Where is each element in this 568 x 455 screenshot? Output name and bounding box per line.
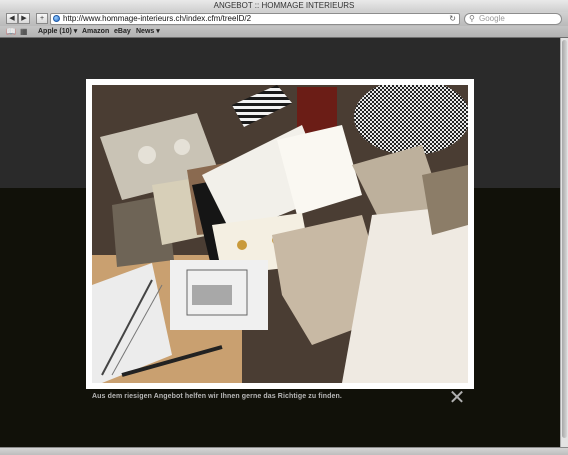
back-arrow-icon: ◀	[9, 15, 15, 22]
grid-icon[interactable]: ▦	[20, 27, 28, 36]
search-icon: ⚲	[469, 14, 475, 23]
browser-toolbar: ◀ ▶ + http://www.hommage-interieurs.ch/i…	[0, 12, 568, 26]
forward-arrow-icon: ▶	[21, 15, 27, 22]
window-title: ANGEBOT :: HOMMAGE INTERIEURS	[0, 0, 568, 12]
reload-icon[interactable]: ↻	[449, 14, 456, 24]
address-bar[interactable]: http://www.hommage-interieurs.ch/index.c…	[50, 13, 460, 25]
add-bookmark-button[interactable]: +	[36, 13, 48, 24]
lightbox-caption: Aus dem riesigen Angebot helfen wir Ihne…	[92, 393, 342, 400]
globe-icon	[53, 15, 60, 22]
close-button[interactable]: ✕	[448, 387, 466, 409]
forward-button[interactable]: ▶	[18, 13, 30, 24]
vertical-scrollbar[interactable]	[560, 38, 568, 447]
bookmark-amazon[interactable]: Amazon	[82, 26, 109, 37]
search-field[interactable]: ⚲ Google	[464, 13, 562, 25]
plus-icon: +	[39, 15, 45, 22]
bookmarks-bar: 📖 ▦ Apple (10) ▾ Amazon eBay News ▾	[0, 26, 568, 38]
url-text: http://www.hommage-interieurs.ch/index.c…	[63, 14, 252, 23]
scrollbar-thumb[interactable]	[562, 40, 567, 438]
search-placeholder: Google	[479, 14, 505, 23]
lightbox-frame	[86, 79, 474, 389]
back-button[interactable]: ◀	[6, 13, 18, 24]
close-icon: ✕	[448, 387, 466, 409]
lightbox-photo	[92, 85, 468, 383]
bookmark-news[interactable]: News ▾	[136, 26, 160, 37]
bookmark-ebay[interactable]: eBay	[114, 26, 131, 37]
bookmark-apple[interactable]: Apple (10) ▾	[38, 26, 77, 37]
book-icon[interactable]: 📖	[6, 27, 16, 36]
status-bar	[0, 447, 568, 455]
